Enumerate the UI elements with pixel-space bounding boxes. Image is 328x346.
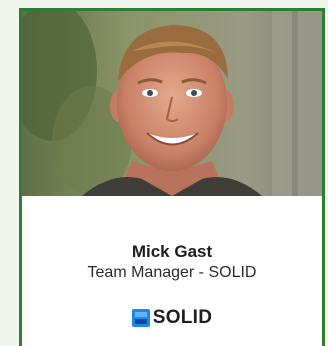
profile-card: Mick Gast Team Manager - SOLID SOLID <box>19 8 325 346</box>
solid-logo-icon <box>131 309 150 327</box>
profile-photo <box>22 11 322 196</box>
person-name: Mick Gast <box>131 242 213 261</box>
person-title: Team Manager - SOLID <box>87 264 257 281</box>
company-logo: SOLID <box>131 307 213 329</box>
company-logo-text: SOLID <box>152 307 213 328</box>
profile-info: Mick Gast Team Manager - SOLID SOLID <box>22 196 322 346</box>
